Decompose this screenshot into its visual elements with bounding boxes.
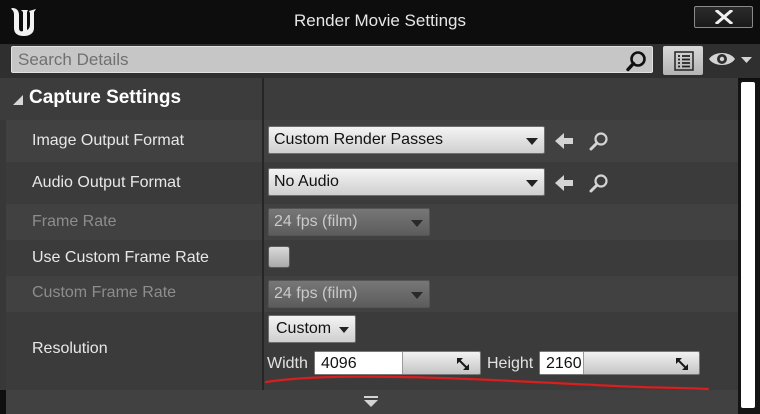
audio-output-format-dropdown[interactable]: No Audio <box>268 168 545 196</box>
advanced-expander[interactable] <box>6 390 738 414</box>
visibility-filter-button[interactable] <box>706 47 756 75</box>
resolution-preset-dropdown[interactable]: Custom <box>268 315 356 343</box>
property-row-custom-frame-rate: Custom Frame Rate 24 fps (film) <box>6 276 738 312</box>
dropdown-value: Custom <box>276 320 332 337</box>
chevron-down-icon <box>526 138 538 145</box>
height-value: 2160 <box>546 355 582 372</box>
use-selected-arrow-icon[interactable] <box>553 172 575 194</box>
browse-search-icon[interactable] <box>588 130 610 152</box>
property-row-image-output-format: Image Output Format Custom Render Passes <box>6 120 738 162</box>
height-label: Height <box>487 355 534 372</box>
category-title: Capture Settings <box>29 87 182 108</box>
property-row-audio-output-format: Audio Output Format No Audio <box>6 162 738 204</box>
eye-icon <box>709 53 752 65</box>
view-options-button[interactable] <box>663 46 703 75</box>
window-title: Render Movie Settings <box>294 11 466 30</box>
list-view-icon <box>674 51 694 71</box>
property-label: Frame Rate <box>32 213 117 230</box>
chevron-down-icon <box>526 180 538 187</box>
search-toolbar <box>0 44 760 78</box>
image-output-format-dropdown[interactable]: Custom Render Passes <box>268 126 545 154</box>
column-divider[interactable] <box>262 78 264 414</box>
property-label: Custom Frame Rate <box>32 284 177 301</box>
search-input[interactable] <box>18 49 618 71</box>
chevron-down-icon <box>411 292 423 299</box>
use-selected-arrow-icon[interactable] <box>553 130 575 152</box>
chevron-down-icon <box>411 220 423 227</box>
scrollbar-thumb[interactable] <box>741 82 755 408</box>
title-bar: Render Movie Settings <box>0 0 760 44</box>
search-box[interactable] <box>11 46 653 73</box>
dropdown-value: No Audio <box>274 173 339 190</box>
chevron-down-icon <box>339 327 349 333</box>
property-label: Resolution <box>32 340 108 357</box>
width-value: 4096 <box>321 355 357 372</box>
width-label: Width <box>267 355 308 372</box>
property-label: Use Custom Frame Rate <box>32 249 209 266</box>
custom-frame-rate-dropdown: 24 fps (film) <box>268 280 430 308</box>
scrollbar[interactable] <box>738 80 760 414</box>
close-icon <box>715 10 733 24</box>
dropdown-value: 24 fps (film) <box>274 213 358 230</box>
resize-arrows-icon <box>676 358 688 370</box>
search-icon[interactable] <box>626 50 648 72</box>
height-input[interactable]: 2160 <box>539 351 700 375</box>
category-header-capture-settings[interactable]: Capture Settings <box>0 78 738 120</box>
dropdown-value: Custom Render Passes <box>274 131 443 148</box>
collapse-arrow-icon[interactable] <box>12 94 24 106</box>
browse-search-icon[interactable] <box>588 172 610 194</box>
dropdown-value: 24 fps (film) <box>274 285 358 302</box>
resize-arrows-icon <box>457 358 469 370</box>
width-input[interactable]: 4096 <box>314 351 481 375</box>
property-row-frame-rate: Frame Rate 24 fps (film) <box>6 204 738 240</box>
expand-advanced-icon[interactable] <box>363 396 379 408</box>
property-label: Audio Output Format <box>32 174 181 191</box>
property-row-resolution: Resolution Custom Width 4096 Height 2160 <box>6 312 738 390</box>
use-custom-frame-rate-checkbox[interactable] <box>268 246 290 268</box>
property-row-use-custom-frame-rate: Use Custom Frame Rate <box>6 240 738 276</box>
property-label: Image Output Format <box>32 132 185 149</box>
frame-rate-dropdown: 24 fps (film) <box>268 208 430 236</box>
close-button[interactable] <box>694 6 753 28</box>
